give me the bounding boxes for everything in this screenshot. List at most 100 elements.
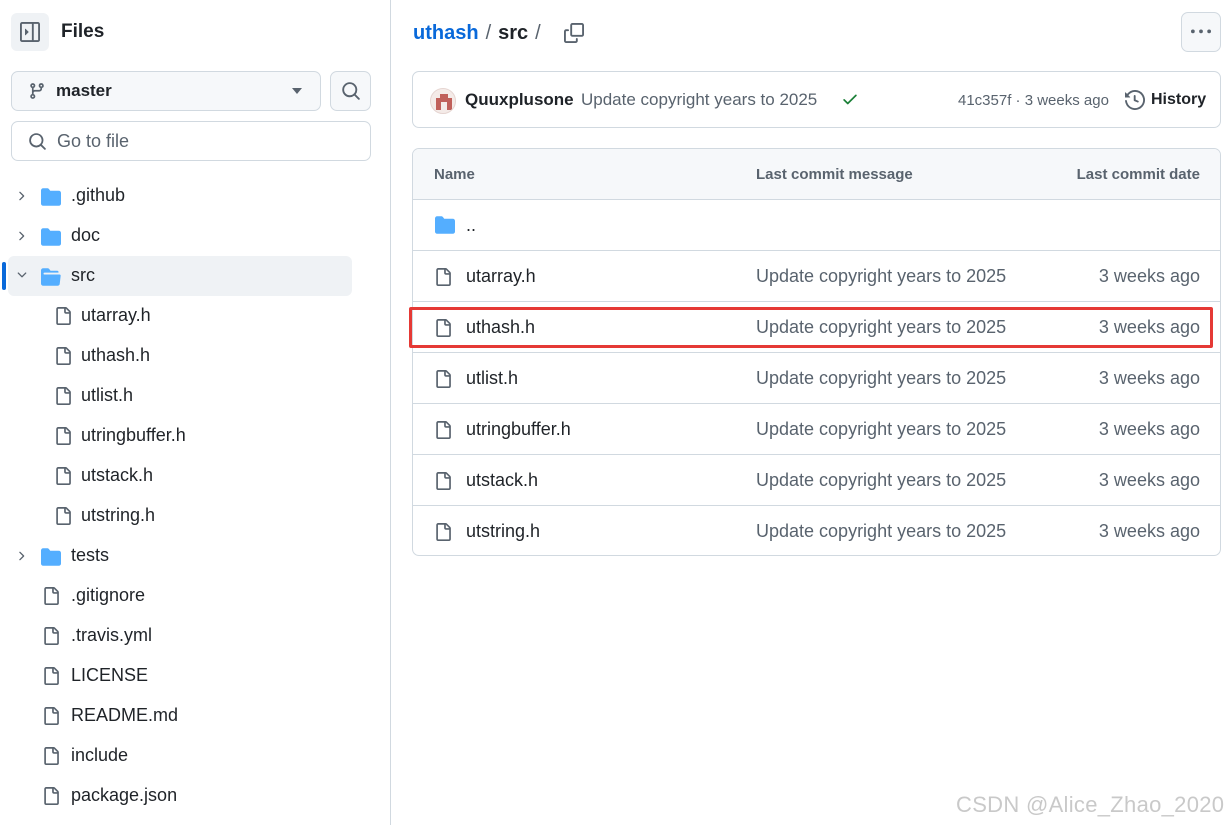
tree-file-item[interactable]: package.json bbox=[0, 776, 390, 816]
tree-file-item[interactable]: utlist.h bbox=[0, 376, 390, 416]
file-icon bbox=[42, 785, 60, 812]
history-icon bbox=[1125, 90, 1145, 110]
file-name-link[interactable]: utringbuffer.h bbox=[466, 419, 571, 440]
checks-status[interactable] bbox=[841, 90, 859, 113]
tree-item-label: utringbuffer.h bbox=[81, 425, 186, 445]
file-name-link[interactable]: uthash.h bbox=[466, 317, 535, 338]
chevron-right-icon[interactable] bbox=[14, 188, 28, 209]
file-row[interactable]: utlist.h Update copyright years to 2025 3 … bbox=[413, 353, 1220, 404]
tree-item-label: doc bbox=[71, 225, 101, 245]
history-button[interactable]: History bbox=[1125, 90, 1206, 110]
tree-item-label: LICENSE bbox=[71, 665, 149, 685]
tree-item-label: .gitignore bbox=[71, 585, 146, 605]
latest-commit-bar: Quuxplusone Update copyright years to 20… bbox=[412, 71, 1221, 128]
check-icon bbox=[843, 94, 857, 105]
file-icon bbox=[54, 305, 72, 332]
copy-path-button[interactable] bbox=[563, 23, 584, 43]
tree-file-item[interactable]: LICENSE bbox=[0, 656, 390, 696]
commit-message-link[interactable]: Update copyright years to 2025 bbox=[756, 317, 1006, 338]
file-icon bbox=[434, 266, 452, 293]
commit-sha-and-time[interactable]: 41c357f · 3 weeks ago bbox=[958, 92, 1109, 109]
tree-folder-item[interactable]: tests bbox=[0, 536, 390, 576]
table-header: Name Last commit message Last commit dat… bbox=[413, 149, 1220, 200]
tree-folder-item[interactable]: src bbox=[0, 256, 390, 296]
search-icon bbox=[341, 82, 360, 100]
tree-folder-item[interactable]: doc bbox=[0, 216, 390, 256]
breadcrumb-repo-link[interactable]: uthash bbox=[413, 22, 479, 45]
file-icon bbox=[434, 470, 452, 497]
avatar-image bbox=[431, 89, 455, 113]
file-name-link[interactable]: utstack.h bbox=[466, 470, 538, 491]
file-icon bbox=[42, 665, 60, 692]
file-row[interactable]: utstack.h Update copyright years to 2025 3… bbox=[413, 455, 1220, 506]
column-header-date: Last commit date bbox=[1076, 166, 1200, 183]
breadcrumb-separator: / bbox=[485, 21, 492, 44]
file-icon bbox=[42, 585, 60, 612]
sidebar-collapse-icon bbox=[20, 22, 40, 42]
file-row[interactable]: utringbuffer.h Update copyright years to … bbox=[413, 404, 1220, 455]
files-title: Files bbox=[61, 21, 105, 42]
search-files-button[interactable] bbox=[330, 71, 371, 111]
file-icon bbox=[54, 345, 72, 372]
file-icon bbox=[54, 385, 72, 412]
file-row[interactable]: uthash.h Update copyright years to 2025 3 … bbox=[413, 302, 1220, 353]
tree-item-label: .travis.yml bbox=[71, 625, 152, 645]
collapse-sidebar-button[interactable] bbox=[11, 13, 49, 51]
folder-icon bbox=[434, 215, 456, 240]
tree-file-item[interactable]: .travis.yml bbox=[0, 616, 390, 656]
commit-message-link[interactable]: Update copyright years to 2025 bbox=[756, 419, 1006, 440]
commit-message-link[interactable]: Update copyright years to 2025 bbox=[581, 90, 817, 110]
folder-icon bbox=[40, 547, 62, 572]
more-options-button[interactable] bbox=[1181, 12, 1221, 52]
watermark: CSDN @Alice_Zhao_2020 bbox=[956, 792, 1225, 817]
tree-folder-item[interactable]: .github bbox=[0, 176, 390, 216]
commit-date: 3 weeks ago bbox=[1098, 368, 1200, 388]
commit-message-link[interactable]: Update copyright years to 2025 bbox=[756, 368, 1006, 389]
file-icon bbox=[434, 317, 452, 344]
commit-author-link[interactable]: Quuxplusone bbox=[465, 90, 574, 110]
tree-file-item[interactable]: utstack.h bbox=[0, 456, 390, 496]
go-to-file-input[interactable] bbox=[57, 130, 347, 152]
branch-selector-button[interactable]: master bbox=[11, 71, 321, 111]
kebab-horizontal-icon bbox=[1191, 29, 1211, 34]
tree-file-item[interactable]: utringbuffer.h bbox=[0, 416, 390, 456]
file-name-link[interactable]: utstring.h bbox=[466, 521, 540, 542]
file-icon bbox=[42, 745, 60, 772]
tree-file-item[interactable]: utstring.h bbox=[0, 496, 390, 536]
folder-icon bbox=[40, 227, 62, 252]
tree-file-item[interactable]: include bbox=[0, 736, 390, 776]
tree-file-item[interactable]: uthash.h bbox=[0, 336, 390, 376]
file-tree: .github doc src utarray.h uthash.h utlist.h ut… bbox=[0, 176, 390, 816]
file-row[interactable]: utarray.h Update copyright years to 2025 3… bbox=[413, 251, 1220, 302]
tree-item-label: uthash.h bbox=[81, 345, 151, 365]
commit-date: 3 weeks ago bbox=[1098, 317, 1200, 337]
tree-item-label: package.json bbox=[71, 785, 178, 805]
chevron-right-icon[interactable] bbox=[14, 548, 28, 569]
tree-file-item[interactable]: utarray.h bbox=[0, 296, 390, 336]
file-icon bbox=[54, 465, 72, 492]
file-tree-sidebar: Files master .github doc src utarray.h uthas… bbox=[0, 0, 391, 825]
file-row[interactable]: utstring.h Update copyright years to 2025… bbox=[413, 506, 1220, 555]
tree-file-item[interactable]: README.md bbox=[0, 696, 390, 736]
file-name-link[interactable]: utlist.h bbox=[466, 368, 518, 389]
commit-message-link[interactable]: Update copyright years to 2025 bbox=[756, 470, 1006, 491]
go-to-file-field[interactable] bbox=[11, 121, 371, 161]
chevron-down-icon[interactable] bbox=[14, 268, 30, 287]
author-avatar[interactable] bbox=[430, 88, 456, 114]
tree-file-item[interactable]: .gitignore bbox=[0, 576, 390, 616]
commit-date: 3 weeks ago bbox=[1098, 470, 1200, 490]
tree-item-label: .github bbox=[71, 185, 126, 205]
parent-directory-row[interactable]: .. bbox=[413, 200, 1220, 251]
commit-message-link[interactable]: Update copyright years to 2025 bbox=[756, 266, 1006, 287]
chevron-right-icon[interactable] bbox=[14, 228, 28, 249]
tree-item-label: utstring.h bbox=[81, 505, 156, 525]
file-icon bbox=[434, 521, 452, 548]
search-icon bbox=[29, 132, 46, 150]
tree-item-label: tests bbox=[71, 545, 110, 565]
file-icon bbox=[54, 425, 72, 452]
file-name-link[interactable]: utarray.h bbox=[466, 266, 536, 287]
folder-open-icon bbox=[40, 267, 62, 292]
commit-message-link[interactable]: Update copyright years to 2025 bbox=[756, 521, 1006, 542]
parent-directory-link[interactable]: .. bbox=[466, 215, 476, 236]
tree-item-label: utarray.h bbox=[81, 305, 151, 325]
